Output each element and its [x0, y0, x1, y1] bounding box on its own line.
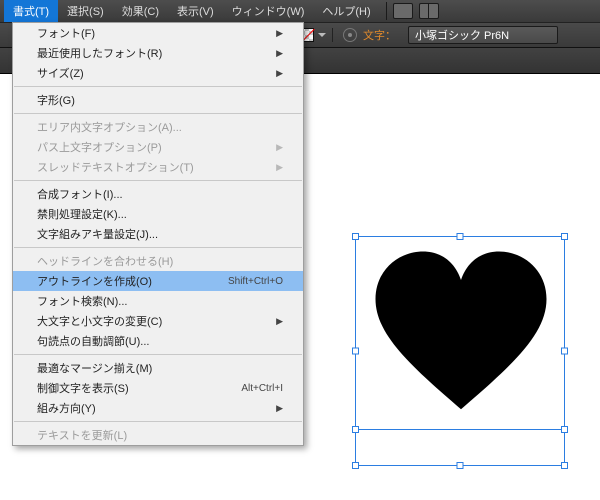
menu-item[interactable]: フォント検索(N)...: [13, 291, 303, 311]
menu-item-shortcut: Alt+Ctrl+I: [241, 383, 283, 394]
submenu-arrow-icon: ▶: [276, 403, 283, 414]
menubar-separator: [386, 2, 387, 20]
text-baseline: [356, 429, 564, 430]
menu-item: テキストを更新(L): [13, 425, 303, 445]
menu-help[interactable]: ヘルプ(H): [313, 0, 379, 22]
menu-item[interactable]: 字形(G): [13, 90, 303, 110]
baseline-handle-right[interactable]: [561, 426, 568, 433]
menu-item-label: 文字組みアキ量設定(J)...: [37, 226, 158, 242]
menu-item: ヘッドラインを合わせる(H): [13, 251, 303, 271]
handle-top[interactable]: [457, 233, 464, 240]
menu-item[interactable]: 句読点の自動調節(U)...: [13, 331, 303, 351]
submenu-arrow-icon: ▶: [276, 68, 283, 79]
menu-format[interactable]: 書式(T): [4, 0, 58, 22]
menu-window[interactable]: ウィンドウ(W): [223, 0, 314, 22]
handle-bottom[interactable]: [457, 462, 464, 469]
menu-item[interactable]: 文字組みアキ量設定(J)...: [13, 224, 303, 244]
format-menu-dropdown: フォント(F) ▶ 最近使用したフォント(R) ▶ サイズ(Z) ▶ 字形(G) エリア内文字…: [12, 22, 304, 446]
menu-item-label: 最近使用したフォント(R): [37, 45, 162, 61]
handle-right[interactable]: [561, 348, 568, 355]
menu-item-label: エリア内文字オプション(A)...: [37, 119, 182, 135]
menu-item[interactable]: 最適なマージン揃え(M): [13, 358, 303, 378]
visibility-icon[interactable]: [343, 28, 357, 42]
menu-item[interactable]: 合成フォント(I)...: [13, 184, 303, 204]
menu-item-label: スレッドテキストオプション(T): [37, 159, 194, 175]
font-family-field[interactable]: 小塚ゴシック Pr6N: [408, 26, 558, 44]
menu-item[interactable]: 大文字と小文字の変更(C) ▶: [13, 311, 303, 331]
font-family-value: 小塚ゴシック Pr6N: [415, 27, 509, 43]
submenu-arrow-icon: ▶: [276, 28, 283, 39]
menu-item-label: 合成フォント(I)...: [37, 186, 123, 202]
menu-view[interactable]: 表示(V): [168, 0, 223, 22]
menu-item-label: 制御文字を表示(S): [37, 380, 129, 396]
menu-item[interactable]: サイズ(Z) ▶: [13, 63, 303, 83]
menu-item-label: 最適なマージン揃え(M): [37, 360, 152, 376]
menu-item-label: テキストを更新(L): [37, 427, 127, 443]
submenu-arrow-icon: ▶: [276, 142, 283, 153]
handle-bottom-right[interactable]: [561, 462, 568, 469]
menu-item-label: サイズ(Z): [37, 65, 84, 81]
workspace-icon[interactable]: [419, 3, 439, 19]
menu-item-label: 字形(G): [37, 92, 75, 108]
chevron-down-icon[interactable]: [318, 33, 326, 37]
submenu-arrow-icon: ▶: [276, 48, 283, 59]
fill-swatch-group: [300, 28, 333, 42]
menu-effect[interactable]: 効果(C): [113, 0, 168, 22]
menu-item[interactable]: アウトラインを作成(O) Shift+Ctrl+O: [13, 271, 303, 291]
menu-item[interactable]: 組み方向(Y) ▶: [13, 398, 303, 418]
menu-item[interactable]: フォント(F) ▶: [13, 23, 303, 43]
menu-item-label: 禁則処理設定(K)...: [37, 206, 127, 222]
menu-item-label: フォント検索(N)...: [37, 293, 127, 309]
menu-item: スレッドテキストオプション(T) ▶: [13, 157, 303, 177]
menu-item-label: 組み方向(Y): [37, 400, 96, 416]
menu-item-label: パス上文字オプション(P): [37, 139, 162, 155]
menu-select[interactable]: 選択(S): [58, 0, 113, 22]
submenu-arrow-icon: ▶: [276, 162, 283, 173]
menu-item-shortcut: Shift+Ctrl+O: [228, 276, 283, 287]
menubar: 書式(T) 選択(S) 効果(C) 表示(V) ウィンドウ(W) ヘルプ(H): [0, 0, 600, 22]
handle-left[interactable]: [352, 348, 359, 355]
menu-item-label: 大文字と小文字の変更(C): [37, 313, 162, 329]
menu-item-label: フォント(F): [37, 25, 95, 41]
character-label: 文字：: [363, 27, 396, 43]
menu-item: パス上文字オプション(P) ▶: [13, 137, 303, 157]
menu-item: エリア内文字オプション(A)...: [13, 117, 303, 137]
menu-item-label: 句読点の自動調節(U)...: [37, 333, 149, 349]
submenu-arrow-icon: ▶: [276, 316, 283, 327]
menu-item[interactable]: 禁則処理設定(K)...: [13, 204, 303, 224]
menu-item[interactable]: 制御文字を表示(S) Alt+Ctrl+I: [13, 378, 303, 398]
handle-top-left[interactable]: [352, 233, 359, 240]
handle-bottom-left[interactable]: [352, 462, 359, 469]
selection-bounding-box[interactable]: [355, 236, 565, 466]
handle-top-right[interactable]: [561, 233, 568, 240]
baseline-handle-left[interactable]: [352, 426, 359, 433]
bridge-icon[interactable]: [393, 3, 413, 19]
menu-item[interactable]: 最近使用したフォント(R) ▶: [13, 43, 303, 63]
heart-shape[interactable]: [366, 242, 556, 432]
menu-item-label: ヘッドラインを合わせる(H): [37, 253, 173, 269]
menu-item-label: アウトラインを作成(O): [37, 273, 152, 289]
